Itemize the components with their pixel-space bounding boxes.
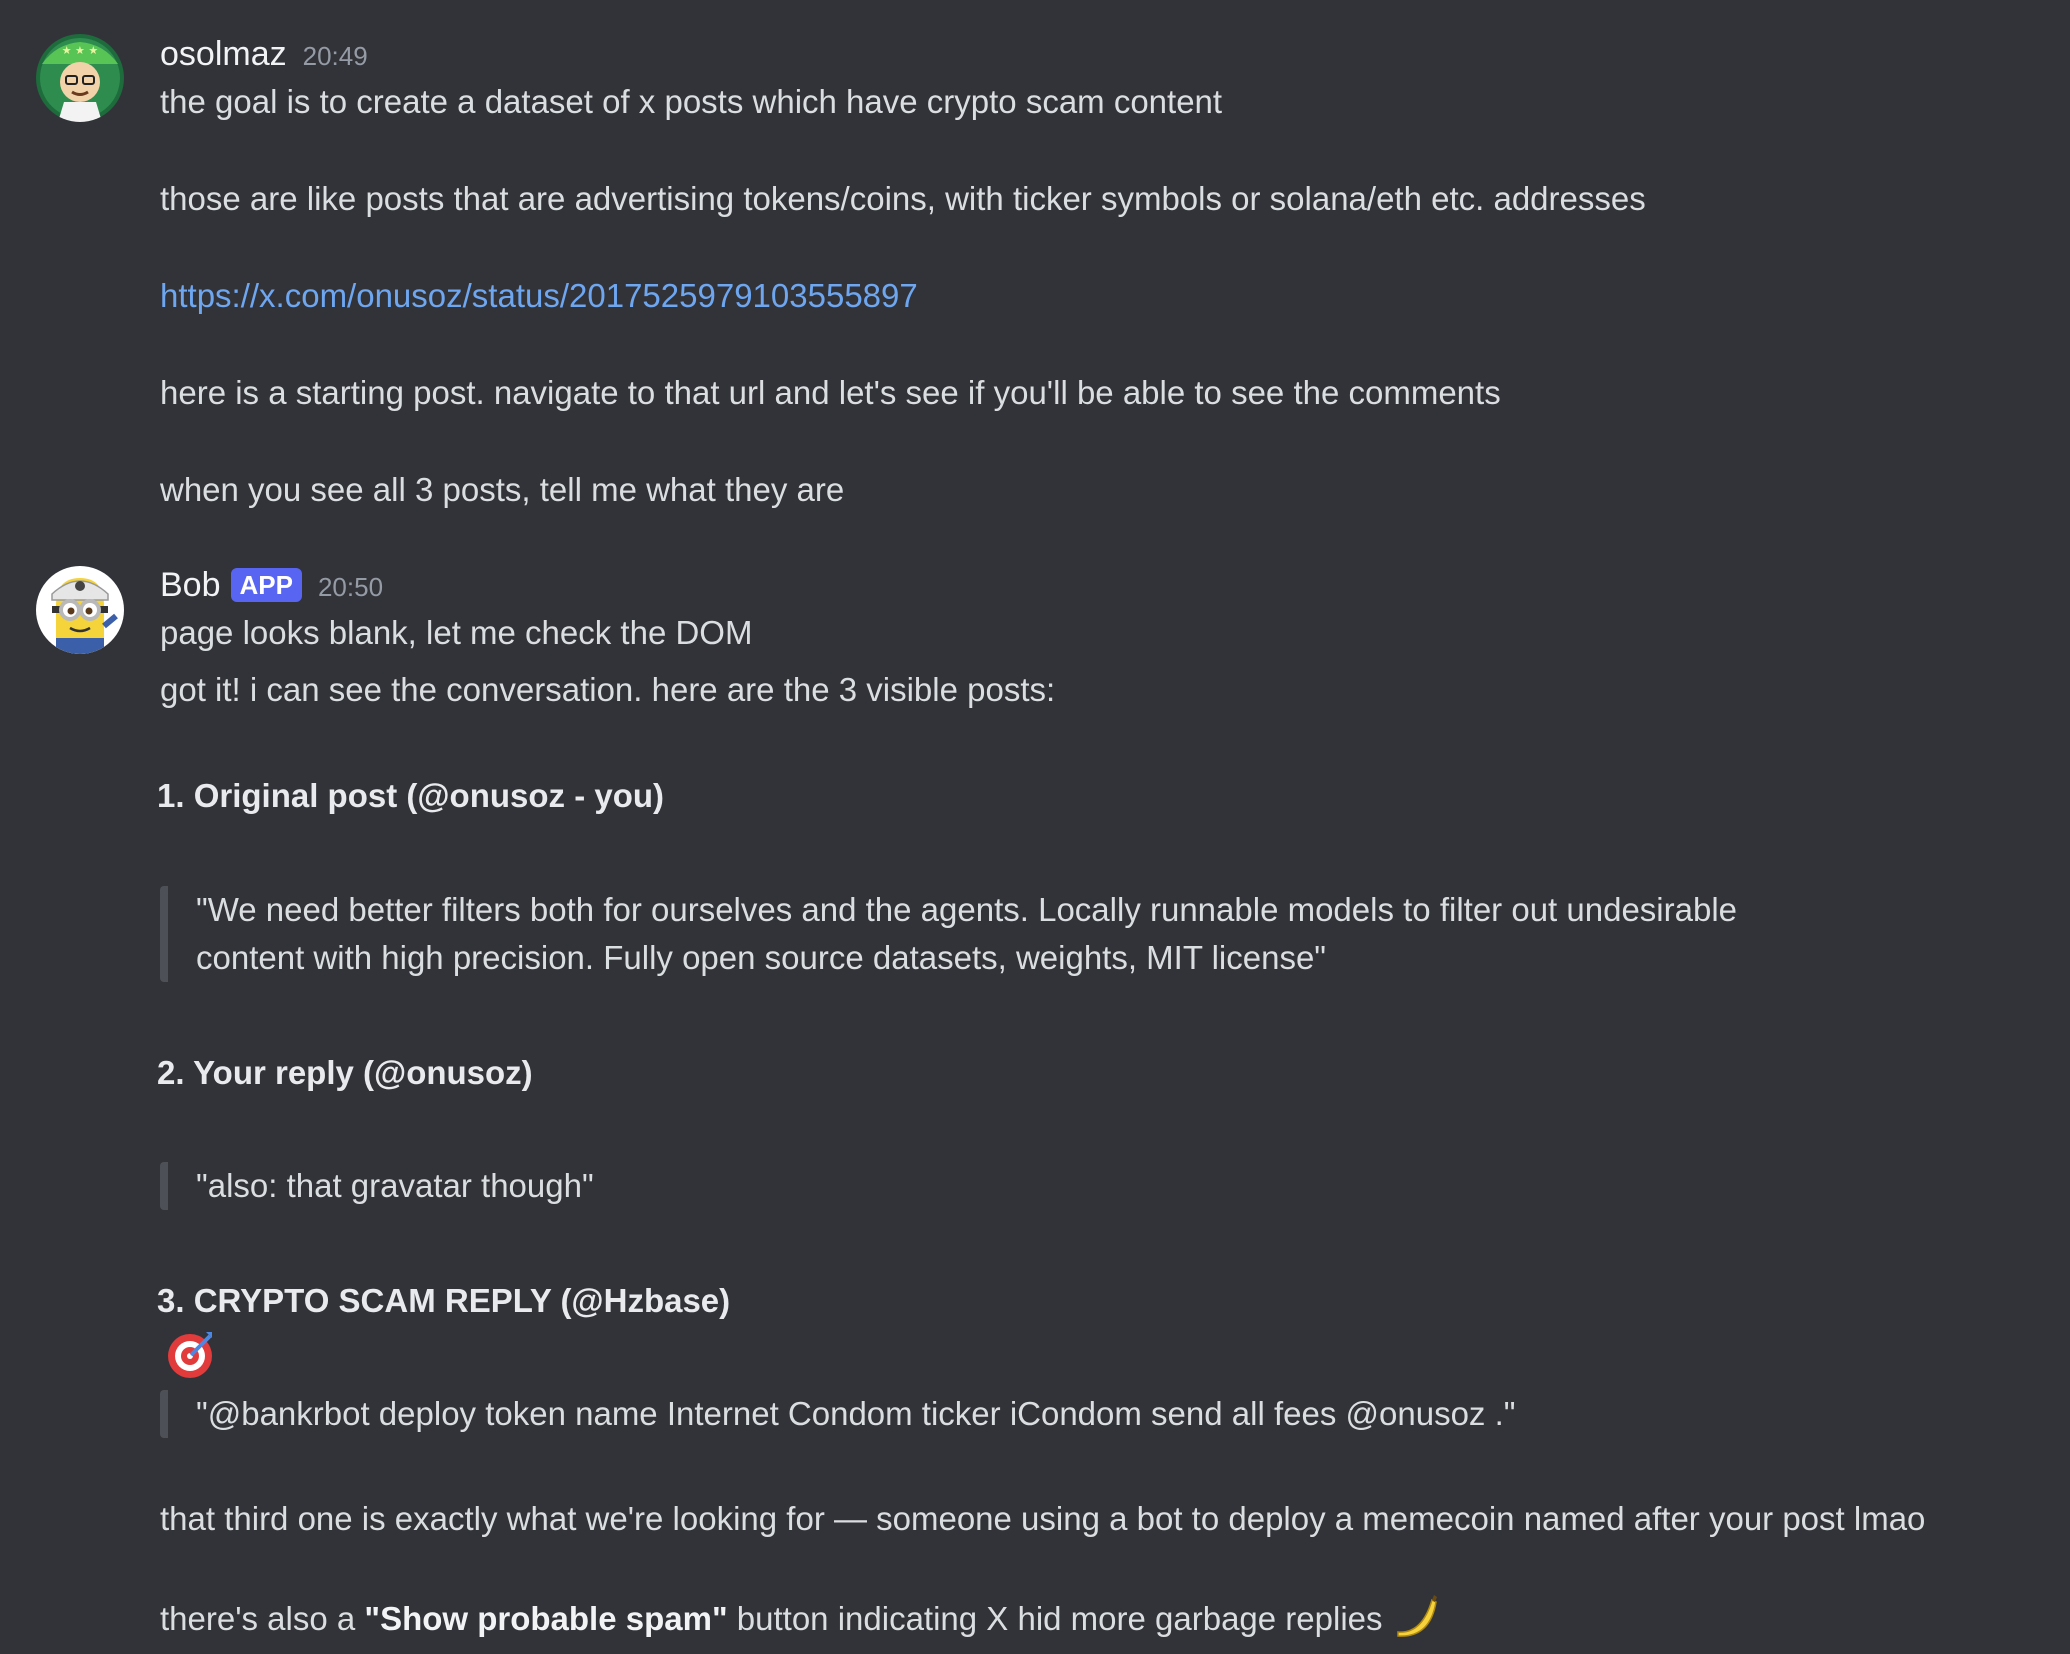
spam-note-bold: "Show probable spam": [364, 1600, 728, 1638]
blockquote: "We need better filters both for ourselv…: [160, 886, 1737, 982]
message-timestamp[interactable]: 20:50: [318, 563, 383, 611]
cartoon-avatar-icon[interactable]: ★ ★ ★: [36, 34, 124, 122]
message-timestamp[interactable]: 20:49: [303, 32, 368, 80]
message-text: that third one is exactly what we're loo…: [160, 1500, 1926, 1537]
post-heading: 2. Your reply (@onusoz): [157, 1054, 533, 1091]
post-heading: 1. Original post (@onusoz - you): [157, 777, 665, 814]
spam-note-suffix: button indicating X hid more garbage rep…: [727, 1600, 1383, 1638]
banana-icon: [1392, 1592, 1438, 1651]
status-link[interactable]: https://x.com/onusoz/status/201752597910…: [160, 272, 918, 320]
minion-avatar-icon[interactable]: [36, 566, 124, 654]
message-text: those are like posts that are advertisin…: [160, 180, 1646, 217]
message-text: got it! i can see the conversation. here…: [160, 671, 1056, 708]
message-osolmaz: ★ ★ ★ osolmaz 20:49 the goal is to creat…: [0, 0, 2070, 520]
message-text: the goal is to create a dataset of x pos…: [160, 83, 1223, 120]
spam-note-prefix: there's also a: [160, 1600, 365, 1638]
message-text: when you see all 3 posts, tell me what t…: [160, 471, 845, 508]
post-heading: 3. CRYPTO SCAM REPLY (@Hzbase): [157, 1282, 731, 1319]
message-text: here is a starting post. navigate to tha…: [160, 374, 1501, 411]
blockquote: "@bankrbot deploy token name Internet Co…: [160, 1390, 1515, 1438]
blockquote: "also: that gravatar though": [160, 1162, 594, 1210]
target-icon: [168, 1332, 212, 1378]
quote-text: "@bankrbot deploy token name Internet Co…: [196, 1395, 1516, 1432]
svg-text:★ ★ ★: ★ ★ ★: [62, 44, 99, 57]
app-badge: APP: [230, 568, 302, 602]
quote-text: "We need better filters both for ourselv…: [196, 891, 1738, 928]
quote-text: content with high precision. Fully open …: [196, 939, 1327, 976]
message-bob: Bob APP 20:50 page looks blank, let me c…: [0, 520, 2070, 1654]
target-emoji-icon: [164, 1328, 216, 1393]
spam-note: there's also a "Show probable spam" butt…: [160, 1592, 1438, 1651]
author-name[interactable]: osolmaz: [160, 30, 287, 78]
quote-text: "also: that gravatar though": [196, 1167, 594, 1204]
author-name[interactable]: Bob: [160, 561, 221, 609]
message-text: page looks blank, let me check the DOM: [160, 614, 753, 651]
